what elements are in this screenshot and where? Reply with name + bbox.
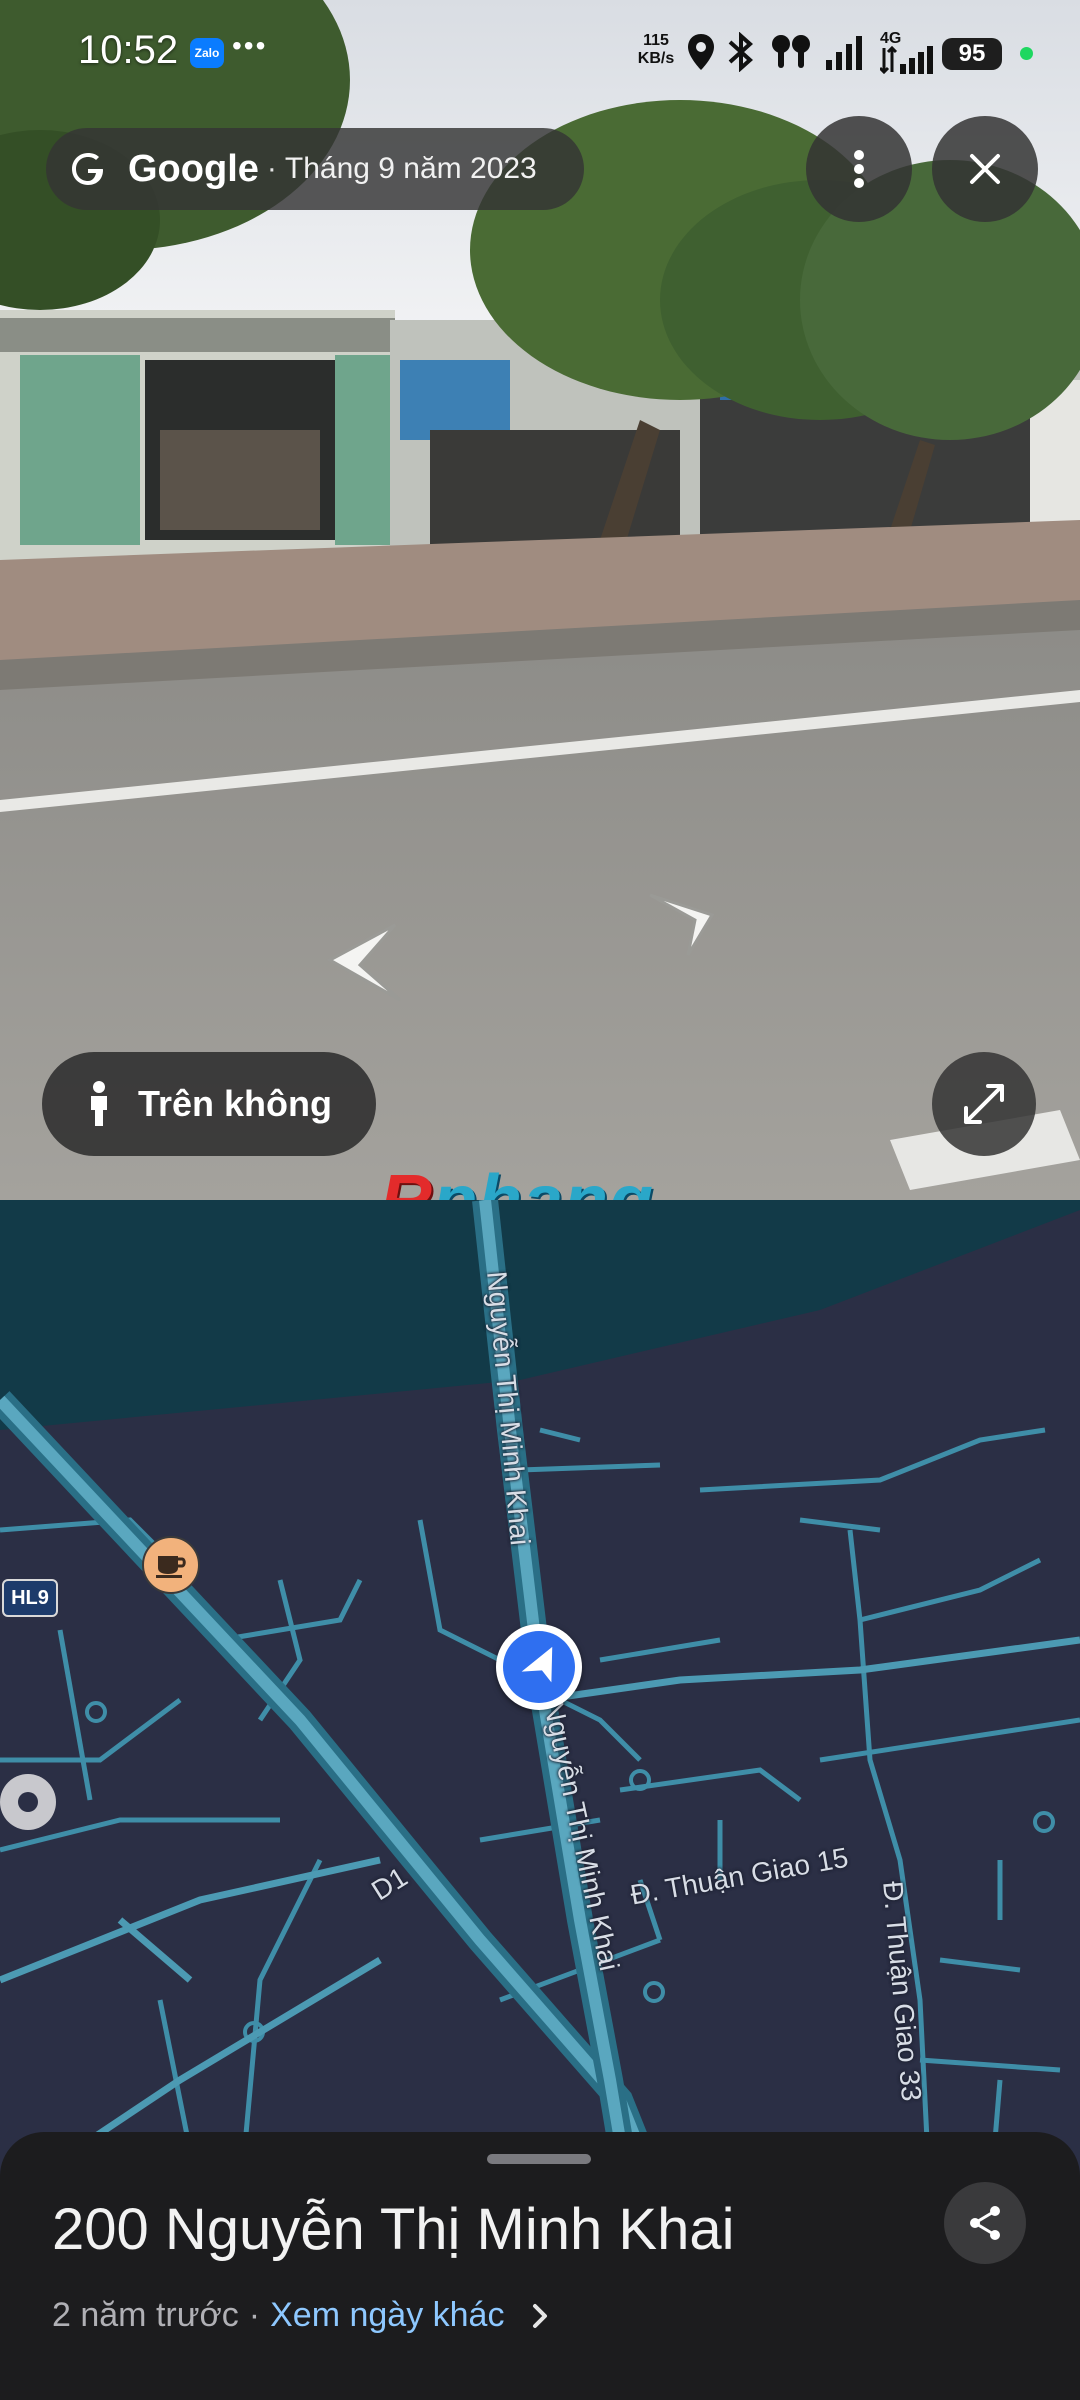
network-speed: 115 KB/s <box>632 32 680 68</box>
watermark-logo: Rphang <box>380 1160 654 1200</box>
close-icon <box>970 154 1000 184</box>
current-location-marker[interactable] <box>496 1624 582 1710</box>
privacy-indicator-dot <box>1020 47 1033 60</box>
google-g-icon <box>66 147 110 191</box>
aerial-view-button[interactable]: Trên không <box>42 1052 376 1156</box>
battery-level: 95 <box>942 38 1002 70</box>
more-options-button[interactable] <box>806 116 912 222</box>
coffee-cup-icon <box>156 1556 186 1578</box>
zalo-notification-icon: Zalo <box>190 38 224 68</box>
status-time: 10:52 <box>78 28 179 72</box>
see-other-dates-link[interactable]: Xem ngày khác <box>270 2296 504 2335</box>
network-speed-unit: KB/s <box>637 50 675 67</box>
route-shield: HL9 <box>2 1579 58 1617</box>
location-icon <box>688 34 714 70</box>
aerial-view-label: Trên không <box>138 1083 333 1124</box>
watermark-rest: phang <box>433 1161 654 1200</box>
cafe-poi-marker[interactable] <box>142 1536 200 1594</box>
share-icon <box>970 2206 1000 2240</box>
close-button[interactable] <box>932 116 1038 222</box>
chevron-right-icon[interactable] <box>530 2302 550 2330</box>
pegman-icon <box>91 1081 107 1126</box>
capture-date-pill: Google · Tháng 9 năm 2023 <box>46 128 584 210</box>
expand-icon <box>964 1084 1004 1124</box>
meta-separator: · <box>248 2296 261 2334</box>
place-pin-marker[interactable] <box>0 1774 56 1830</box>
separator-dot: · <box>266 152 277 185</box>
sheet-drag-handle[interactable] <box>487 2154 591 2164</box>
mobile-data-signal-icon <box>880 46 933 74</box>
navigation-arrow-icon <box>521 1646 553 1683</box>
watermark-r: R <box>380 1161 433 1200</box>
network-speed-value: 115 <box>643 32 669 49</box>
signal-strength-icon <box>826 36 862 70</box>
more-notifications-indicator: ••• <box>232 30 268 61</box>
capture-meta: 2 năm trước · Xem ngày khác <box>52 2296 550 2335</box>
share-button[interactable] <box>944 2182 1026 2264</box>
street-view-panorama[interactable]: 10:52 Zalo ••• 115 KB/s 4G 95 Google · T… <box>0 0 1080 1200</box>
google-brand-label: Google <box>128 147 259 190</box>
place-address: 200 Nguyễn Thị Minh Khai <box>52 2197 735 2262</box>
status-bar: 10:52 Zalo ••• 115 KB/s 4G 95 <box>0 0 1080 110</box>
place-bottom-sheet[interactable]: 200 Nguyễn Thị Minh Khai 2 năm trước · X… <box>0 2132 1080 2400</box>
earbuds-icon <box>772 35 810 68</box>
bluetooth-icon <box>728 32 753 72</box>
map-view[interactable]: Nguyễn Thị Minh Khai Nguyễn Thị Minh Kha… <box>0 1200 1080 2200</box>
fullscreen-button[interactable] <box>932 1052 1036 1156</box>
pin-center-icon <box>18 1792 38 1812</box>
capture-age: 2 năm trước <box>52 2296 239 2334</box>
more-vert-icon <box>854 150 864 188</box>
capture-date: Tháng 9 năm 2023 <box>284 152 537 185</box>
river-area <box>0 1200 1080 1430</box>
